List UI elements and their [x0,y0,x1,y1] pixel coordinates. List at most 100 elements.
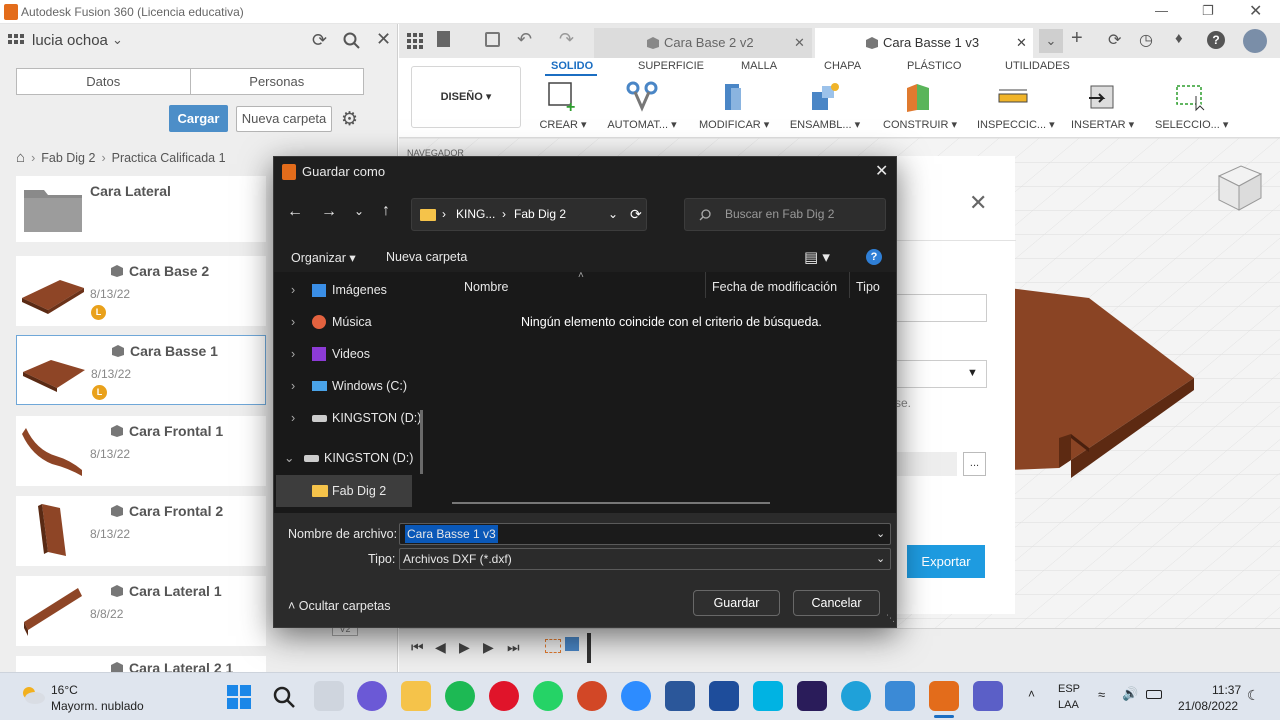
chevron-up-icon[interactable]: ˄ [1028,687,1035,701]
home-icon[interactable]: ⌂ [16,149,25,166]
language-top[interactable]: ESP [1058,683,1080,695]
list-item[interactable]: Cara Base 2 8/13/22 L [16,256,266,326]
viewcube[interactable] [1209,156,1269,220]
weather-text[interactable]: Mayorm. nublado [51,699,144,713]
photos-icon[interactable] [885,681,915,711]
column-header-type[interactable]: Tipo [856,280,880,294]
tab-plastico[interactable]: PLÁSTICO [907,60,961,72]
extensions-icon[interactable]: ⟳ [1108,30,1121,50]
list-item[interactable]: Cara Lateral 1 8/8/22 [16,576,266,646]
timeline-sketch-icon[interactable] [545,639,561,653]
edge-icon[interactable] [841,681,871,711]
new-tab-button[interactable]: + [1071,27,1083,50]
nav-item-music[interactable]: › Música [274,306,432,338]
whatsapp-icon[interactable] [533,681,563,711]
spotify-icon[interactable] [445,681,475,711]
chevron-down-icon[interactable]: ⌄ [354,204,364,218]
breadcrumb-item[interactable]: Practica Calificada 1 [112,151,226,165]
construct-group[interactable]: CONSTRUIR ▾ [883,78,957,131]
file-menu-icon[interactable] [437,31,450,47]
close-icon[interactable]: ✕ [875,157,888,187]
automate-group[interactable]: AUTOMAT... ▾ [605,78,679,131]
close-panel-icon[interactable]: ✕ [376,29,391,50]
list-item[interactable]: Cara Frontal 2 8/13/22 [16,496,266,566]
select-group[interactable]: SELECCIO... ▾ [1155,78,1228,131]
list-item[interactable]: Cara Lateral [16,176,266,242]
fusion-360-icon[interactable] [929,681,959,711]
nav-item-videos[interactable]: › Videos [274,338,432,370]
tab-malla[interactable]: MALLA [741,60,777,72]
horizontal-scrollbar[interactable] [452,502,770,504]
tab-utilidades[interactable]: UTILIDADES [1005,60,1070,72]
task-view-icon[interactable] [314,681,344,711]
tab-cara-base-2[interactable]: Cara Base 2 v2 ✕ [594,28,812,58]
hide-folders-toggle[interactable]: ˄ Ocultar carpetas [288,599,391,613]
save-icon[interactable] [485,32,500,47]
help-icon[interactable]: ? [866,249,882,265]
opera-icon[interactable] [489,681,519,711]
clock-time[interactable]: 11:37 [1212,683,1241,697]
battery-icon[interactable] [1146,690,1162,699]
refresh-icon[interactable]: ⟳ [312,30,327,51]
upload-button[interactable]: Cargar [169,105,228,132]
nav-item-kingston-d-expanded[interactable]: ⌄ KINGSTON (D:) [274,442,432,474]
timeline-feature-icon[interactable] [565,637,579,651]
notifications-icon[interactable]: ♦ [1175,30,1183,47]
nav-item-pictures[interactable]: › Imágenes [274,274,432,306]
start-icon[interactable] [227,685,251,709]
search-icon[interactable] [343,32,361,50]
view-options-icon[interactable]: ▤ ▾ [804,248,830,266]
help-icon[interactable]: ? [1207,31,1225,49]
zoom-icon[interactable] [621,681,651,711]
column-header-name[interactable]: Nombre [464,280,508,294]
assemble-group[interactable]: ENSAMBL... ▾ [789,78,861,131]
export-button[interactable]: Exportar [907,545,985,578]
apps-grid-icon[interactable] [8,34,26,48]
nav-item-kingston-d[interactable]: › KINGSTON (D:) [274,402,432,434]
column-header-date[interactable]: Fecha de modificación [712,280,837,294]
create-group[interactable]: + CREAR ▾ [533,78,593,131]
name-field[interactable] [893,294,987,322]
file-type-select[interactable]: Archivos DXF (*.dxf) ⌄ [399,548,891,570]
app-icon[interactable] [753,681,783,711]
search-input[interactable]: Buscar en Fab Dig 2 [684,198,886,231]
last-frame-icon[interactable]: ⏭ [507,639,520,656]
job-status-icon[interactable]: ◷ [1139,30,1153,50]
close-icon[interactable]: ✕ [969,190,987,216]
cancel-button[interactable]: Cancelar [793,590,880,616]
focus-moon-icon[interactable]: ☾ [1247,687,1260,704]
address-segment[interactable]: Fab Dig 2 [514,199,566,230]
new-folder-button[interactable]: Nueva carpeta [236,106,332,132]
wifi-icon[interactable]: ≈ [1098,687,1105,702]
new-folder-button[interactable]: Nueva carpeta [386,250,467,264]
chevron-down-icon[interactable]: ⌄ [112,32,123,48]
tab-datos[interactable]: Datos [17,69,191,94]
resize-grip-icon[interactable]: ⋱ [886,613,895,624]
nav-item-fab-dig-2[interactable]: Fab Dig 2 [276,475,412,507]
apps-grid-icon[interactable] [407,33,423,49]
nav-item-windows-c[interactable]: › Windows (C:) [274,370,432,402]
weather-temp[interactable]: 16°C [51,683,78,697]
weather-cloud-icon[interactable] [20,685,46,705]
back-icon[interactable]: ← [287,203,303,221]
organize-menu[interactable]: Organizar ▾ [291,250,356,265]
revit-icon[interactable] [709,681,739,711]
volume-icon[interactable]: 🔊 [1122,686,1138,702]
tab-personas[interactable]: Personas [191,69,364,94]
previous-icon[interactable]: ◀ [435,639,446,656]
tab-chapa[interactable]: CHAPA [824,60,861,72]
modify-group[interactable]: MODIFICAR ▾ [699,78,769,131]
insert-group[interactable]: INSERTAR ▾ [1071,78,1134,131]
avatar[interactable] [1243,29,1267,53]
redo-icon[interactable]: ↷ [559,29,574,50]
powerpoint-icon[interactable] [577,681,607,711]
tab-cara-basse-1[interactable]: Cara Basse 1 v3 ✕ [815,28,1033,58]
play-icon[interactable]: ▶ [459,639,470,656]
list-item[interactable]: Cara Frontal 1 8/13/22 [16,416,266,486]
premiere-icon[interactable] [797,681,827,711]
gear-icon[interactable]: ⚙ [341,108,358,131]
close-window-button[interactable]: ✕ [1249,1,1262,21]
list-item-selected[interactable]: Cara Basse 1 8/13/22 L [16,335,266,405]
timeline-marker[interactable] [587,633,591,663]
close-tab-icon[interactable]: ✕ [1016,28,1027,58]
